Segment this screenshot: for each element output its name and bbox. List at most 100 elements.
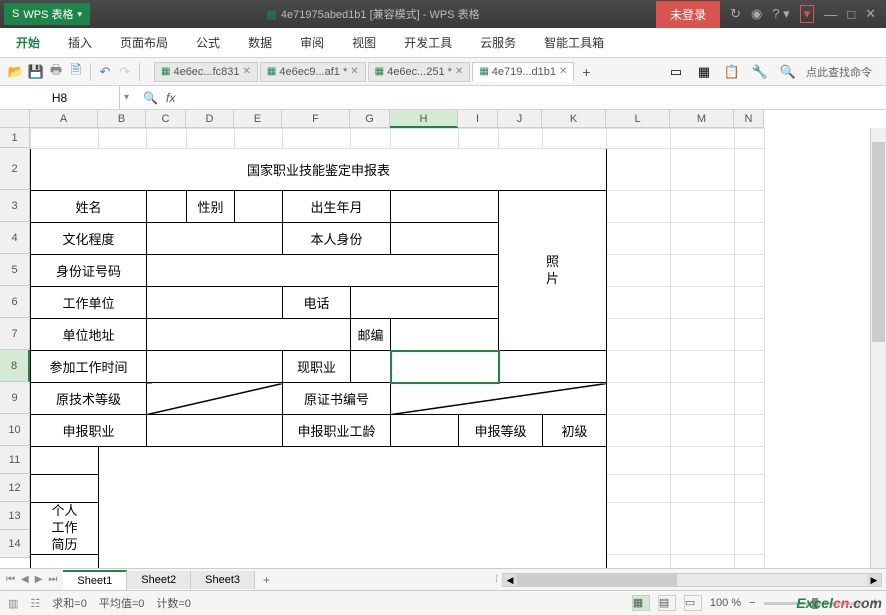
split-handle[interactable]: ⁞ — [495, 574, 498, 585]
close-icon[interactable]: ✕ — [865, 6, 876, 22]
cell[interactable]: 照 片 — [499, 191, 607, 351]
cell[interactable] — [735, 503, 765, 555]
close-tab-icon[interactable]: ✕ — [243, 66, 251, 77]
redo-icon[interactable]: ↷ — [115, 62, 135, 82]
cell[interactable] — [391, 223, 499, 255]
row-header[interactable]: 10 — [0, 414, 30, 446]
cell[interactable]: 申报等级 — [459, 415, 543, 447]
cell[interactable] — [671, 191, 735, 223]
row-header[interactable]: 6 — [0, 286, 30, 318]
open-icon[interactable]: 📂 — [6, 62, 26, 82]
cell[interactable] — [735, 319, 765, 351]
cell[interactable] — [735, 149, 765, 191]
cell[interactable] — [671, 287, 735, 319]
cell[interactable] — [147, 351, 283, 383]
cell[interactable] — [735, 475, 765, 503]
cell[interactable] — [607, 149, 671, 191]
cell[interactable] — [235, 191, 283, 223]
cell[interactable] — [235, 129, 283, 149]
save-icon[interactable]: 💾 — [26, 62, 46, 82]
cell[interactable] — [607, 351, 671, 383]
cell[interactable]: 申报职业 — [31, 415, 147, 447]
undo-icon[interactable]: ↶ — [95, 62, 115, 82]
cell[interactable] — [391, 129, 459, 149]
column-header[interactable]: M — [670, 110, 734, 128]
close-tab-icon[interactable]: ✕ — [559, 66, 567, 77]
cell[interactable] — [671, 383, 735, 415]
next-sheet-icon[interactable]: ▶ — [33, 572, 45, 587]
fx-label[interactable]: fx — [166, 91, 175, 105]
cell[interactable] — [735, 415, 765, 447]
cell[interactable]: 工作单位 — [31, 287, 147, 319]
cell[interactable]: 邮编 — [351, 319, 391, 351]
cell[interactable] — [735, 287, 765, 319]
cell[interactable] — [283, 129, 351, 149]
cell[interactable] — [147, 129, 187, 149]
cell[interactable] — [147, 287, 283, 319]
menu-data[interactable]: 数据 — [248, 34, 272, 51]
cell[interactable] — [671, 223, 735, 255]
cell[interactable]: 姓名 — [31, 191, 147, 223]
cell[interactable] — [671, 503, 735, 555]
cell[interactable]: 原证书编号 — [283, 383, 391, 415]
cell[interactable] — [671, 475, 735, 503]
column-header[interactable]: J — [498, 110, 542, 128]
cell[interactable] — [607, 383, 671, 415]
cell[interactable] — [187, 129, 235, 149]
cell[interactable] — [31, 447, 99, 475]
cell[interactable]: 个人 工作 简历 — [31, 503, 99, 555]
search-icon[interactable]: 🔍 — [778, 62, 798, 82]
menu-smart[interactable]: 智能工具箱 — [544, 34, 604, 51]
cell[interactable] — [735, 191, 765, 223]
menu-start[interactable]: 开始 — [16, 34, 40, 51]
cell[interactable] — [351, 129, 391, 149]
cell[interactable]: 身份证号码 — [31, 255, 147, 287]
cell[interactable] — [671, 447, 735, 475]
close-tab-icon[interactable]: ✕ — [455, 66, 463, 77]
cell[interactable] — [735, 554, 765, 568]
row-header[interactable]: 14 — [0, 530, 30, 558]
row-header[interactable]: 7 — [0, 318, 30, 350]
select-all-corner[interactable] — [0, 110, 30, 128]
cell[interactable] — [31, 129, 99, 149]
new-tab-button[interactable]: + — [576, 64, 596, 80]
vertical-scrollbar[interactable] — [870, 128, 886, 568]
row-header[interactable]: 2 — [0, 148, 30, 190]
close-tab-icon[interactable]: ✕ — [350, 66, 358, 77]
doc-tab[interactable]: ▦4e6ec9...af1 *✕ — [260, 62, 366, 82]
cell[interactable] — [607, 255, 671, 287]
cell[interactable] — [391, 319, 499, 351]
cell[interactable] — [391, 415, 459, 447]
grid[interactable]: 国家职业技能鉴定申报表姓名性别出生年月照 片文化程度本人身份身份证号码工作单位电… — [30, 128, 765, 568]
cell[interactable] — [99, 129, 147, 149]
print-icon[interactable]: 🖶 — [46, 62, 66, 82]
column-header[interactable]: F — [282, 110, 350, 128]
sheet-tab-1[interactable]: Sheet1 — [63, 570, 127, 590]
cell[interactable] — [671, 129, 735, 149]
page-view-button[interactable]: ▤ — [658, 595, 676, 611]
cell[interactable]: 本人身份 — [283, 223, 391, 255]
name-box[interactable]: H8 — [0, 86, 120, 109]
dropdown-icon[interactable]: ▾ — [77, 9, 82, 20]
cell[interactable] — [391, 383, 607, 415]
cell[interactable] — [735, 351, 765, 383]
cell[interactable] — [607, 415, 671, 447]
preview-icon[interactable]: 🗎 — [66, 62, 86, 82]
cell[interactable] — [607, 223, 671, 255]
zoom-in-icon[interactable]: + — [872, 597, 878, 609]
row-header[interactable]: 5 — [0, 254, 30, 286]
minimize-icon[interactable]: — — [824, 7, 837, 22]
cell[interactable] — [351, 287, 499, 319]
sheet-tab-3[interactable]: Sheet3 — [191, 571, 255, 589]
cell[interactable] — [607, 191, 671, 223]
column-header[interactable]: G — [350, 110, 390, 128]
zoom-thumb[interactable] — [812, 598, 818, 609]
cell[interactable] — [459, 129, 499, 149]
cell[interactable]: 文化程度 — [31, 223, 147, 255]
column-header[interactable]: L — [606, 110, 670, 128]
doc-map-icon[interactable]: ▥ — [8, 597, 18, 610]
cell[interactable]: 国家职业技能鉴定申报表 — [31, 149, 607, 191]
login-button[interactable]: 未登录 — [656, 1, 720, 28]
menu-dev[interactable]: 开发工具 — [404, 34, 452, 51]
cell[interactable]: 性别 — [187, 191, 235, 223]
